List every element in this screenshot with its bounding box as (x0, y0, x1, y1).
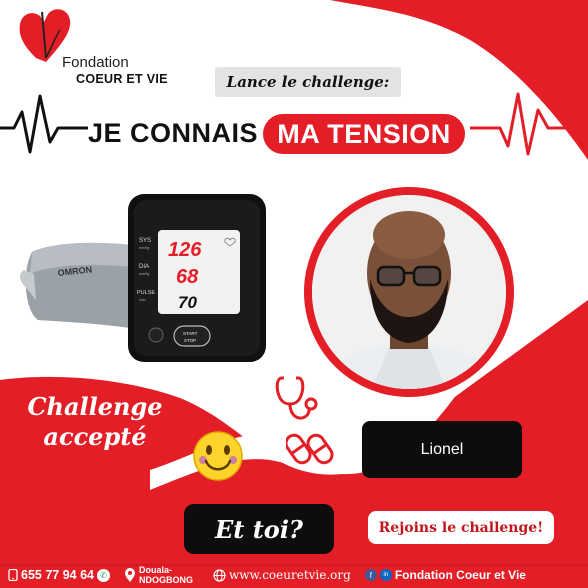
logo-line2: COEUR ET VIE (76, 72, 168, 86)
footer-website[interactable]: www.coeuretvie.org (213, 568, 351, 582)
sys-label: SYS (139, 238, 151, 244)
footer-phone[interactable]: 655 77 94 64 ✆ (8, 568, 110, 582)
challenge-accepted: Challenge accepté (10, 392, 180, 452)
accepted-line2: accepté (43, 422, 147, 451)
whatsapp-icon: ✆ (97, 568, 110, 582)
sys-reading: 126 (168, 239, 202, 261)
blood-pressure-monitor: OMRON SYS mmHg DIA mmHg PULSE /min 126 6… (19, 194, 266, 362)
pulse-label: PULSE (137, 290, 155, 296)
stop-label: STOP (184, 338, 196, 343)
poster: Fondation COEUR ET VIE Lance le challeng… (0, 0, 588, 588)
stethoscope-icon (275, 376, 318, 420)
phone-number: 655 77 94 64 (21, 568, 94, 582)
et-toi-badge: Et toi? (184, 504, 334, 554)
pill-capsule-icon (286, 433, 334, 465)
accepted-line1: Challenge (27, 392, 163, 421)
footer-social[interactable]: f in Fondation Coeur et Vie (364, 568, 526, 582)
facebook-icon: f (364, 569, 377, 581)
dia-reading: 68 (176, 266, 199, 288)
pulse-unit: /min (139, 298, 146, 302)
start-label: START (183, 331, 198, 336)
sys-unit: mmHg (139, 246, 149, 250)
website-link: www.coeuretvie.org (229, 568, 351, 582)
dia-unit: mmHg (139, 272, 149, 276)
person-photo (312, 195, 506, 389)
logo-line1: Fondation (62, 54, 129, 71)
smiley-emoji-icon (193, 431, 243, 481)
address-line2: NDOGBONG (139, 575, 193, 585)
location-pin-icon (125, 567, 135, 582)
linkedin-icon: in (379, 569, 392, 581)
globe-icon (213, 568, 226, 582)
address-line1: Douala- (139, 565, 173, 575)
phone-icon (8, 569, 18, 581)
footer-address: Douala- NDOGBONG (124, 565, 193, 585)
pulse-reading: 70 (178, 293, 197, 312)
social-handle: Fondation Coeur et Vie (394, 568, 526, 582)
join-challenge-button[interactable]: Rejoins le challenge! (368, 511, 554, 544)
headline-left: JE CONNAIS (88, 118, 259, 148)
dia-label: DIA (139, 264, 149, 270)
person-name: Lionel (362, 421, 522, 478)
headline-right: MA TENSION (277, 118, 451, 149)
headline-pill: MA TENSION (263, 114, 465, 154)
footer: 655 77 94 64 ✆ Douala- NDOGBONG www.coeu… (0, 562, 588, 588)
challenge-tagline: Lance le challenge: (215, 67, 401, 97)
